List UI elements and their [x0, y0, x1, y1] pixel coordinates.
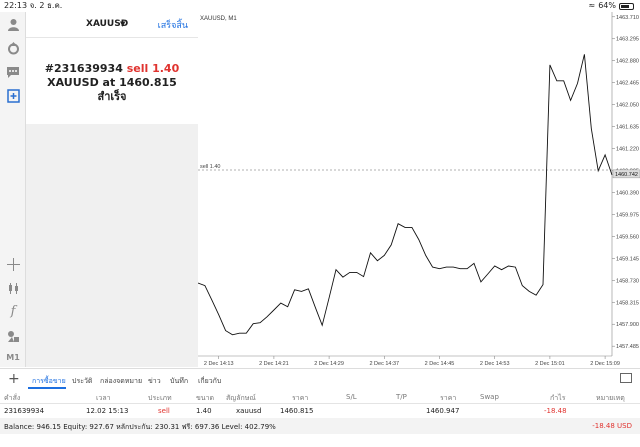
- col-tp: T/P: [396, 393, 407, 401]
- table-row[interactable]: 231639934 12.02 15:13 sell 1.40 xauusd 1…: [0, 404, 640, 418]
- cell-size: 1.40: [196, 407, 212, 415]
- status-bar: 22:13 จ. 2 ธ.ค. ≈ 64%: [0, 0, 640, 12]
- objects-icon[interactable]: [5, 328, 21, 344]
- price-tick-label: 1462.880: [616, 59, 639, 65]
- symbol-header: XAUUSD ▼ เสร็จสิ้น: [26, 12, 198, 38]
- price-tick-label: 1458.315: [616, 300, 639, 306]
- status-right: ≈ 64%: [589, 0, 634, 12]
- price-tick-label: 1461.220: [616, 147, 639, 153]
- battery-icon: [619, 2, 634, 10]
- balance-bar: Balance: 946.15 Equity: 927.67 หลักประกั…: [0, 418, 640, 434]
- col-comment: หมายเหตุ: [596, 394, 625, 402]
- order-status: สำเร็จ: [97, 90, 127, 103]
- cell-symbol: xauusd: [236, 407, 262, 415]
- status-time-date: 22:13 จ. 2 ธ.ค.: [4, 0, 62, 12]
- col-symbol: สัญลักษณ์: [226, 394, 256, 402]
- side-toolbar: f M1: [0, 12, 26, 367]
- time-tick-label: 2 Dec 14:29: [314, 361, 344, 367]
- order-type: sell 1.40: [126, 62, 180, 75]
- cell-price: 1460.815: [280, 407, 314, 415]
- order-price-line: XAUUSD at 1460.815: [47, 76, 177, 89]
- timeframe-label[interactable]: M1: [5, 350, 21, 366]
- plus-icon[interactable]: +: [8, 371, 20, 387]
- price-chart[interactable]: 1463.710 1463.295 1462.880 1462.465 1462.050…: [198, 12, 640, 368]
- person-icon[interactable]: [5, 16, 21, 32]
- col-profit: กำไร: [550, 394, 566, 402]
- candles-icon[interactable]: [5, 280, 21, 296]
- cell-profit: -18.48: [544, 407, 567, 415]
- price-tick-label: 1463.710: [616, 15, 639, 21]
- tab-journal[interactable]: บันทึก: [170, 376, 188, 387]
- chat-icon[interactable]: [5, 64, 21, 80]
- battery-fill: [621, 4, 630, 8]
- order-number: #231639934: [44, 62, 123, 75]
- chart-header: XAUUSD, M1: [200, 16, 237, 22]
- balance-summary: Balance: 946.15 Equity: 927.67 หลักประกั…: [4, 423, 276, 431]
- order-result-panel: XAUUSD ▼ เสร็จสิ้น #231639934 sell 1.40 …: [26, 12, 198, 124]
- col-type: ประเภท: [148, 394, 172, 402]
- chart-background: [198, 12, 640, 368]
- price-tick-label: 1462.050: [616, 103, 639, 109]
- status-date: จ. 2 ธ.ค.: [29, 1, 63, 10]
- price-tick-label: 1459.560: [616, 234, 639, 240]
- cell-type: sell: [158, 407, 170, 415]
- col-time: เวลา: [96, 394, 111, 402]
- col-size: ขนาด: [196, 394, 215, 402]
- price-tick-label: 1458.730: [616, 278, 639, 284]
- price-tick-label: 1461.635: [616, 125, 639, 131]
- left-panel-blank: [26, 124, 198, 367]
- gear-arrow-icon[interactable]: [5, 40, 21, 56]
- time-tick-label: 2 Dec 14:53: [480, 361, 510, 367]
- price-tick-label: 1463.295: [616, 37, 639, 43]
- chart-svg[interactable]: 1463.710 1463.295 1462.880 1462.465 1462.050…: [198, 12, 640, 368]
- cell-time: 12.02 15:13: [86, 407, 129, 415]
- price-tick-label: 1459.145: [616, 256, 639, 262]
- time-tick-label: 2 Dec 14:37: [369, 361, 399, 367]
- crosshair-icon[interactable]: [5, 256, 21, 272]
- done-button[interactable]: เสร็จสิ้น: [158, 18, 188, 32]
- time-tick-label: 2 Dec 14:45: [425, 361, 455, 367]
- cell-order: 231639934: [4, 407, 45, 415]
- price-tick-label: 1459.975: [616, 212, 639, 218]
- order-result: #231639934 sell 1.40 XAUUSD at 1460.815 …: [26, 62, 198, 104]
- cell-current-price: 1460.947: [426, 407, 460, 415]
- tab-trade[interactable]: การซื้อขาย: [32, 376, 66, 387]
- time-tick-label: 2 Dec 14:13: [204, 361, 234, 367]
- active-tab-underline: [28, 387, 66, 389]
- order-line: #231639934 sell 1.40: [26, 62, 198, 76]
- caret-down-icon[interactable]: ▼: [120, 20, 125, 28]
- sell-order-label: sell 1.40: [200, 164, 221, 170]
- price-tick-label: 1457.485: [616, 344, 639, 350]
- time-tick-label: 2 Dec 14:21: [259, 361, 289, 367]
- tab-mailbox[interactable]: กล่องจดหมาย: [100, 376, 142, 387]
- col-current-price: ราคา: [440, 394, 457, 402]
- home-indicator-area: [0, 434, 640, 447]
- col-sl: S/L: [346, 393, 357, 401]
- battery-percent: 64%: [598, 1, 616, 10]
- tab-history[interactable]: ประวัติ: [72, 376, 92, 387]
- price-tick-label: 1460.390: [616, 190, 639, 196]
- col-swap: Swap: [480, 393, 499, 401]
- wifi-icon: ≈: [588, 1, 596, 10]
- col-order: คำสั่ง: [4, 394, 21, 402]
- status-time: 22:13: [4, 1, 28, 10]
- current-price-label: 1460.742: [615, 172, 638, 178]
- total-profit: -18.48 USD: [592, 422, 632, 430]
- bottom-tab-bar: + การซื้อขาย ประวัติ กล่องจดหมาย ข่าว บั…: [0, 368, 640, 390]
- function-icon[interactable]: f: [5, 304, 21, 320]
- col-price: ราคา: [292, 394, 309, 402]
- tab-news[interactable]: ข่าว: [148, 376, 161, 387]
- price-tick-label: 1457.900: [616, 322, 639, 328]
- orders-table-header: คำสั่ง เวลา ประเภท ขนาด สัญลักษณ์ ราคา S…: [0, 390, 640, 404]
- time-tick-label: 2 Dec 15:01: [535, 361, 565, 367]
- add-doc-icon[interactable]: [5, 88, 21, 104]
- tab-about[interactable]: เกี่ยวกับ: [198, 376, 221, 387]
- price-tick-label: 1462.465: [616, 81, 639, 87]
- time-tick-label: 2 Dec 15:09: [590, 361, 620, 367]
- layout-icon[interactable]: [620, 373, 632, 383]
